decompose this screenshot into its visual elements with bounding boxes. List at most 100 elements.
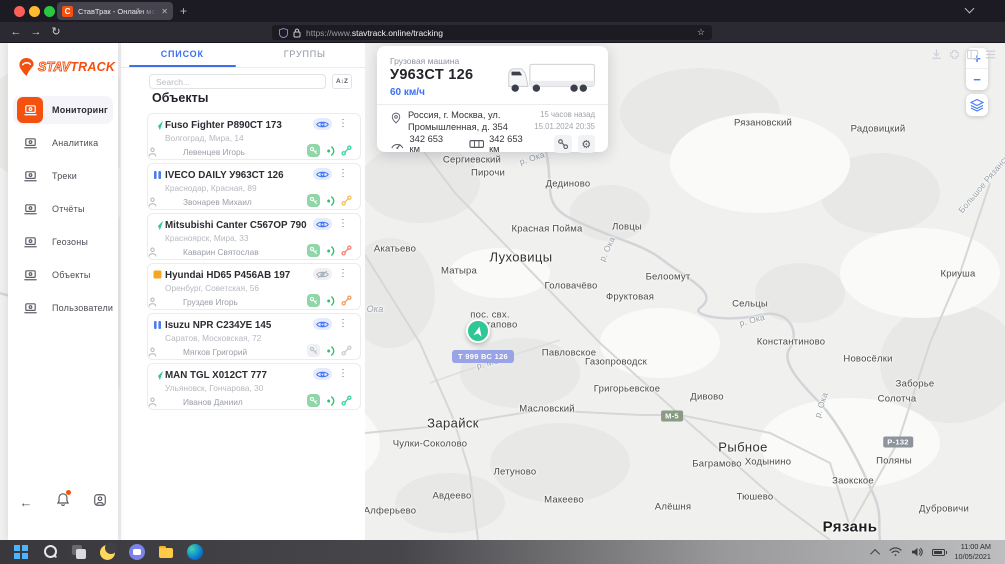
sidebar-menu-item[interactable]: Мониторинг (13, 96, 113, 124)
task-view-icon[interactable] (71, 544, 87, 560)
search-icon[interactable] (42, 544, 58, 560)
back-icon[interactable]: ← (20, 495, 33, 510)
map-label: Дединово (546, 179, 591, 190)
connection-link-icon[interactable] (341, 395, 352, 406)
reload-button[interactable]: ↻ (48, 22, 64, 43)
connection-settings-button[interactable] (554, 135, 571, 153)
volume-icon[interactable] (911, 547, 923, 557)
url-bar[interactable]: https://www.stavtrack.online/tracking ☆ (272, 25, 712, 40)
vehicle-card[interactable]: Hyundai HD65 Р456АВ 197 ⋮ Оренбург, Сове… (147, 263, 361, 310)
bookmark-star-icon[interactable]: ☆ (697, 27, 705, 38)
connection-link-icon[interactable] (341, 145, 352, 156)
ignition-key-icon[interactable] (307, 294, 320, 307)
sidebar-toggle-icon[interactable] (966, 48, 979, 61)
panel-tabs: СПИСОКГРУППЫ (121, 43, 366, 68)
tray-expand-icon[interactable] (871, 548, 881, 558)
card-menu-icon[interactable]: ⋮ (338, 218, 348, 229)
sidebar-menu-item[interactable]: Отчёты (13, 195, 113, 223)
visibility-eye-button[interactable] (313, 168, 332, 180)
vehicle-card[interactable]: Isuzu NPR С234УЕ 145 ⋮ Саратов, Московск… (147, 313, 361, 360)
sidebar-menu-item[interactable]: Треки (13, 162, 113, 190)
card-menu-icon[interactable]: ⋮ (338, 268, 348, 279)
windows-icon[interactable] (14, 545, 28, 559)
signal-icon[interactable] (325, 395, 336, 407)
vehicle-card[interactable]: Mitsubishi Canter С567ОР 790 ⋮ Красноярс… (147, 213, 361, 260)
vehicle-marker[interactable] (466, 319, 490, 343)
zoom-out-button[interactable]: − (966, 69, 988, 90)
card-menu-icon[interactable]: ⋮ (338, 368, 348, 379)
taskbar-clock[interactable]: 11:00 AM 10/05/2021 (954, 542, 991, 562)
downloads-icon[interactable] (930, 48, 943, 61)
sidebar-menu-item[interactable]: Аналитика (13, 129, 113, 157)
map-label: Поляны (876, 456, 912, 467)
can-odometer-icon (469, 138, 484, 150)
connection-link-icon[interactable] (341, 195, 352, 206)
connection-link-icon[interactable] (341, 295, 352, 306)
window-minimize-button[interactable] (29, 6, 40, 17)
card-menu-icon[interactable]: ⋮ (338, 118, 348, 129)
window-close-button[interactable] (14, 6, 25, 17)
lock-icon (293, 28, 301, 38)
panel-tab[interactable]: ГРУППЫ (244, 43, 367, 67)
window-zoom-button[interactable] (44, 6, 55, 17)
search-input[interactable] (149, 74, 326, 89)
menu-item-icon (23, 169, 38, 184)
card-menu-icon[interactable]: ⋮ (338, 168, 348, 179)
chevron-down-icon[interactable] (965, 4, 975, 14)
ignition-key-icon[interactable] (307, 194, 320, 207)
battery-icon[interactable] (932, 549, 945, 556)
signal-icon[interactable] (325, 195, 336, 207)
extensions-icon[interactable] (948, 48, 961, 61)
sidebar-menu-item[interactable]: Объекты (13, 261, 113, 289)
ignition-key-icon[interactable] (307, 394, 320, 407)
map-layers-button[interactable] (966, 94, 988, 116)
notifications-icon[interactable] (56, 492, 70, 512)
sidebar-menu-item[interactable]: Пользователи (13, 294, 113, 322)
signal-icon[interactable] (325, 245, 336, 257)
vehicle-card[interactable]: Fuso Fighter Р890СТ 173 ⋮ Волгоград, Мир… (147, 113, 361, 160)
visibility-eye-button[interactable] (313, 318, 332, 330)
chat-app-icon[interactable] (129, 544, 145, 560)
connection-link-icon[interactable] (341, 245, 352, 256)
vehicle-card[interactable]: MAN TGL Х012СТ 777 ⋮ Ульяновск, Гончаров… (147, 363, 361, 410)
menu-icon[interactable] (984, 48, 997, 61)
back-button[interactable]: ← (8, 22, 24, 43)
sidebar-menu-item[interactable]: Геозоны (13, 228, 113, 256)
tab-close-icon[interactable]: ✕ (161, 7, 168, 16)
vehicle-status-icon (153, 270, 164, 281)
connection-link-icon[interactable] (341, 345, 352, 356)
browser-tab[interactable]: С СтавТрак - Онлайн мониторинг ✕ (57, 2, 173, 20)
map-label: Ока (367, 304, 384, 314)
sidebar-bottom-bar: ← (8, 492, 118, 512)
account-icon[interactable] (93, 493, 107, 512)
settings-button[interactable]: ⚙ (578, 135, 595, 153)
moon-icon[interactable] (100, 544, 116, 560)
vehicle-name: Fuso Fighter Р890СТ 173 (165, 120, 282, 131)
sidebar-menu: Мониторинг Аналитика Треки Отчёты (13, 96, 113, 322)
card-menu-icon[interactable]: ⋮ (338, 318, 348, 329)
signal-icon[interactable] (325, 345, 336, 357)
signal-icon[interactable] (325, 145, 336, 157)
visibility-eye-button[interactable] (313, 118, 332, 130)
edge-icon[interactable] (187, 544, 203, 560)
visibility-eye-button[interactable] (313, 218, 332, 230)
visibility-eye-button[interactable] (313, 268, 332, 280)
visibility-eye-button[interactable] (313, 368, 332, 380)
ignition-key-icon[interactable] (307, 144, 320, 157)
ignition-key-icon[interactable] (307, 344, 320, 357)
sort-az-button[interactable]: A↕Z (332, 74, 352, 89)
vehicle-status-icon (153, 170, 164, 181)
vehicle-card[interactable]: IVECO DAILY У963СТ 126 ⋮ Краснодар, Крас… (147, 163, 361, 210)
forward-button[interactable]: → (28, 22, 44, 43)
map-label: Головачёво (545, 281, 598, 292)
file-explorer-icon[interactable] (158, 544, 174, 560)
panel-tab[interactable]: СПИСОК (121, 43, 244, 67)
map-label: Сельцы (732, 299, 768, 310)
ignition-key-icon[interactable] (307, 244, 320, 257)
new-tab-button[interactable]: + (180, 3, 187, 19)
map-label: Тюшево (737, 492, 774, 503)
signal-icon[interactable] (325, 295, 336, 307)
menu-item-icon (23, 136, 38, 151)
wifi-icon[interactable] (889, 547, 902, 557)
app-sidebar: STAVTRACK Мониторинг Аналитика Треки (8, 43, 118, 540)
